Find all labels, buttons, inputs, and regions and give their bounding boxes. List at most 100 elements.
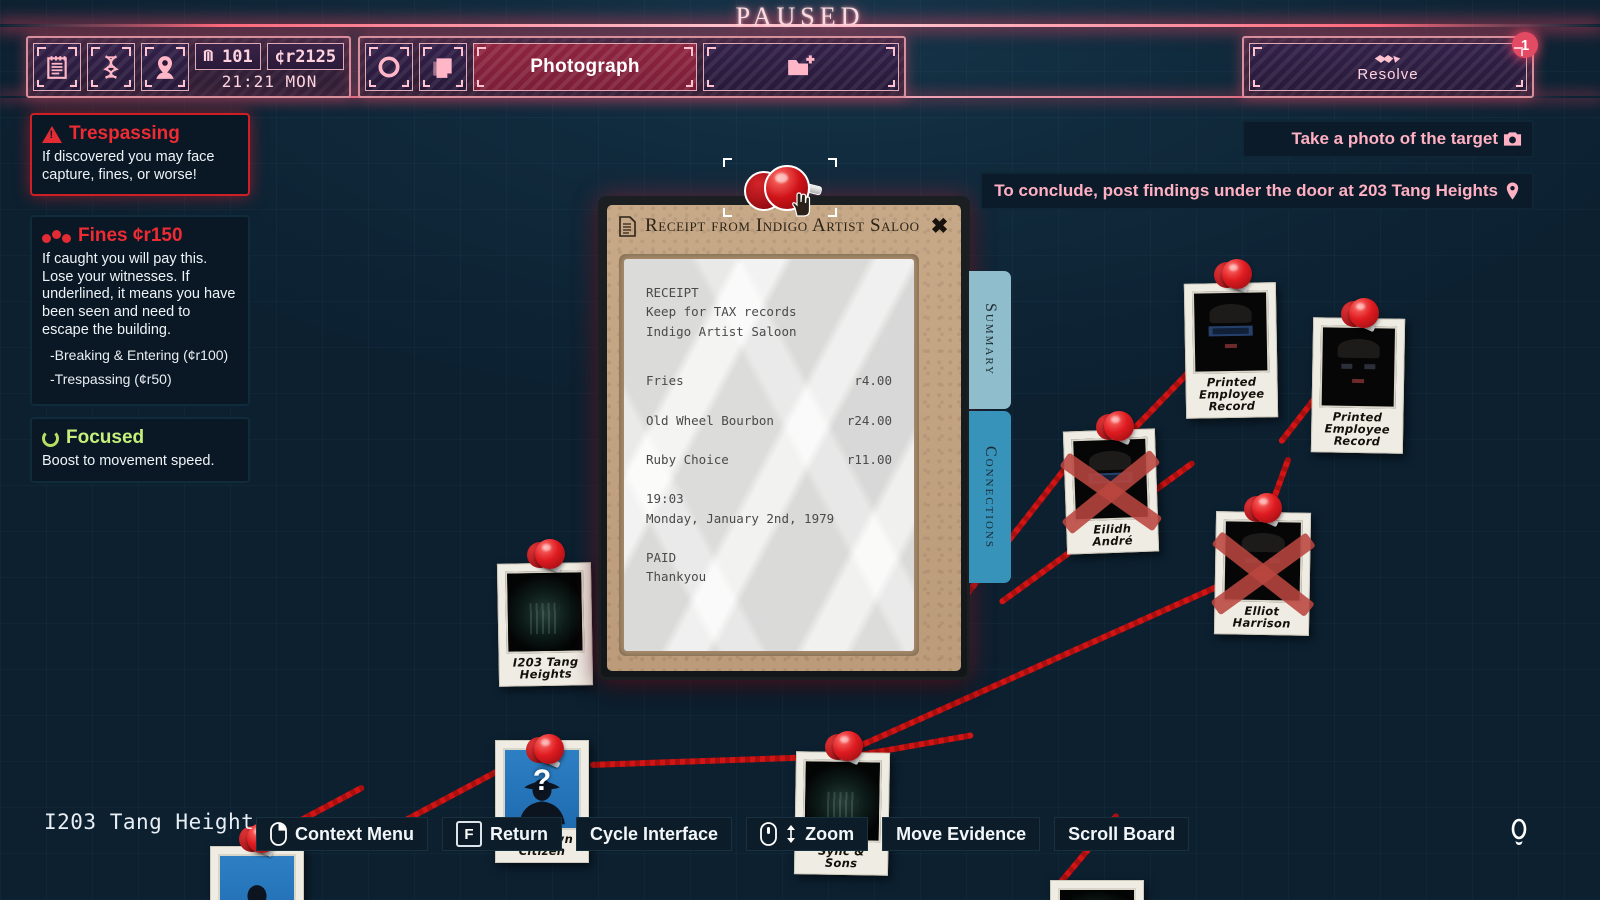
- tab-connections[interactable]: Connections: [969, 411, 1011, 583]
- tab-connections-label: Connections: [982, 445, 999, 549]
- hint-label: Zoom: [805, 823, 855, 844]
- list-item[interactable]: Eilidh André: [1059, 428, 1163, 555]
- resolve-label: Resolve: [1357, 66, 1419, 83]
- room-photo: [1060, 890, 1134, 900]
- status-badge[interactable]: 101: [195, 43, 261, 70]
- document-icon: [619, 215, 636, 237]
- receipt-status: PAID: [646, 550, 677, 565]
- list-item: -Trespassing (¢r50): [50, 370, 172, 387]
- map-pin-icon: [1506, 182, 1519, 200]
- alert-focused: Focused Boost to movement speed.: [30, 417, 250, 483]
- hint-label: Scroll Board: [1068, 823, 1176, 844]
- list-item[interactable]: Printed Employee Record: [1183, 282, 1279, 419]
- spinner-icon: [42, 429, 59, 447]
- ring-icon: [378, 56, 400, 78]
- hint-zoom[interactable]: Zoom: [746, 817, 869, 851]
- tab-summary[interactable]: Summary: [969, 271, 1011, 409]
- status-readouts: 101 ¢r2125 21:21 MON: [195, 43, 345, 91]
- control-hints-bar: Context Menu F Return Cycle Interface Zo…: [256, 817, 1190, 851]
- receipt-item-row: Ruby Choice r11.00: [646, 450, 892, 469]
- social-credit-icon: [203, 49, 213, 61]
- sticky-note-icon: [433, 58, 452, 78]
- receipt-item-price: r11.00: [846, 451, 892, 467]
- hint-move-evidence[interactable]: Move Evidence: [882, 817, 1041, 851]
- folder-plus-icon: [788, 55, 815, 76]
- hint-cycle-interface[interactable]: Cycle Interface: [576, 817, 733, 851]
- evidence-detail-window[interactable]: Receipt from Indigo Artist Saloo ✖ Summa…: [598, 196, 1011, 680]
- receipt-paper[interactable]: RECEIPT Keep for TAX records Indigo Arti…: [624, 259, 914, 651]
- portrait: [1225, 521, 1301, 600]
- alert-body: Boost to movement speed.: [42, 453, 215, 469]
- list-item[interactable]: Elliot Harrison: [1209, 511, 1316, 636]
- alert-title: Trespassing: [69, 123, 180, 144]
- receipt-header-3: Indigo Artist Saloon: [646, 323, 797, 339]
- sticky-note-button[interactable]: [419, 43, 467, 91]
- hint-scroll-board[interactable]: Scroll Board: [1054, 817, 1190, 851]
- game-clock: 21:21 MON: [221, 72, 318, 91]
- close-icon[interactable]: ✖: [931, 214, 949, 239]
- status-badge[interactable]: ¢r2125: [266, 43, 345, 70]
- receipt-header-1: RECEIPT: [646, 285, 699, 300]
- mouse-wheel-icon: [760, 822, 777, 846]
- dna-icon: [103, 55, 119, 79]
- receipt-item-price: r24.00: [846, 412, 892, 428]
- receipt-date: Monday, January 2nd, 1979: [646, 510, 835, 526]
- current-location-label: I203 Tang Heights: [44, 810, 268, 834]
- tab-photograph[interactable]: Photograph: [473, 43, 697, 91]
- warning-triangle-icon: [42, 125, 62, 143]
- alert-fines: Fines ¢r150 If caught you will pay this.…: [30, 215, 250, 406]
- objective-text: To conclude, post findings under the doo…: [994, 181, 1498, 200]
- left-toolbar: 101 ¢r2125 21:21 MON: [26, 36, 352, 98]
- key-f: F: [456, 821, 482, 847]
- alert-body: If caught you will pay this. Lose your w…: [42, 251, 236, 338]
- hint-return[interactable]: F Return: [442, 817, 562, 851]
- receipt-header-2: Keep for TAX records: [646, 304, 797, 320]
- mid-toolbar: Photograph: [358, 36, 906, 98]
- notebook-button[interactable]: [33, 43, 81, 91]
- objective-item: Take a photo of the target: [1242, 120, 1534, 159]
- alert-title-row: Trespassing: [42, 123, 238, 145]
- notebook-icon: [47, 56, 67, 79]
- new-case-folder-button[interactable]: [703, 43, 899, 91]
- portrait: [1322, 327, 1395, 406]
- hint-label: Move Evidence: [896, 823, 1027, 844]
- receipt-time: 19:03: [646, 491, 684, 507]
- tab-summary-label: Summary: [982, 303, 999, 377]
- portrait: [1194, 292, 1267, 371]
- room-photo: [507, 572, 583, 652]
- evidence-caption: Printed Employee Record: [1198, 374, 1265, 414]
- receipt-item-row: Fries r4.00: [646, 371, 892, 390]
- ring-button[interactable]: [365, 43, 413, 91]
- evidence-caption: I203 Tang Heights: [512, 654, 579, 682]
- portrait: [1073, 439, 1148, 519]
- location-person-icon: [156, 56, 174, 79]
- list-item[interactable]: [1050, 880, 1144, 900]
- list-item[interactable]: Printed Employee Record: [1310, 317, 1406, 454]
- resolve-button[interactable]: Resolve 1: [1249, 32, 1538, 91]
- evidence-photo: [1319, 325, 1398, 409]
- alert-body: If discovered you may face capture, fine…: [42, 149, 215, 183]
- handshake-icon: [1374, 54, 1401, 63]
- hint-label: Return: [490, 823, 548, 844]
- receipt-item-name: Old Wheel Bourbon: [646, 412, 774, 428]
- evidence-caption: Eilidh André: [1092, 521, 1134, 549]
- list-item[interactable]: I203 Tang Heights: [496, 562, 594, 687]
- window-pushpin-icon[interactable]: [742, 165, 828, 221]
- list-item[interactable]: Sync & Sons: [793, 751, 891, 876]
- location-person-button[interactable]: [141, 43, 189, 91]
- evidence-photo: [1071, 436, 1150, 522]
- hint-context-menu[interactable]: Context Menu: [256, 817, 428, 851]
- list-item[interactable]: [210, 846, 304, 900]
- tab-photograph-label: Photograph: [530, 56, 640, 77]
- footprint-icon: [1511, 818, 1527, 845]
- evidence-caption: Elliot Harrison: [1232, 603, 1291, 631]
- up-down-arrow-icon: [787, 825, 796, 843]
- resolve-toolbar: Resolve 1: [1242, 32, 1538, 98]
- evidence-photo: [1058, 888, 1136, 900]
- receipt-item-name: Fries: [646, 373, 684, 389]
- alert-title: Focused: [66, 427, 145, 448]
- unknown-portrait: [220, 856, 294, 900]
- hint-label: Context Menu: [295, 823, 414, 844]
- objective-item: To conclude, post findings under the doo…: [980, 172, 1534, 211]
- dna-button[interactable]: [87, 43, 135, 91]
